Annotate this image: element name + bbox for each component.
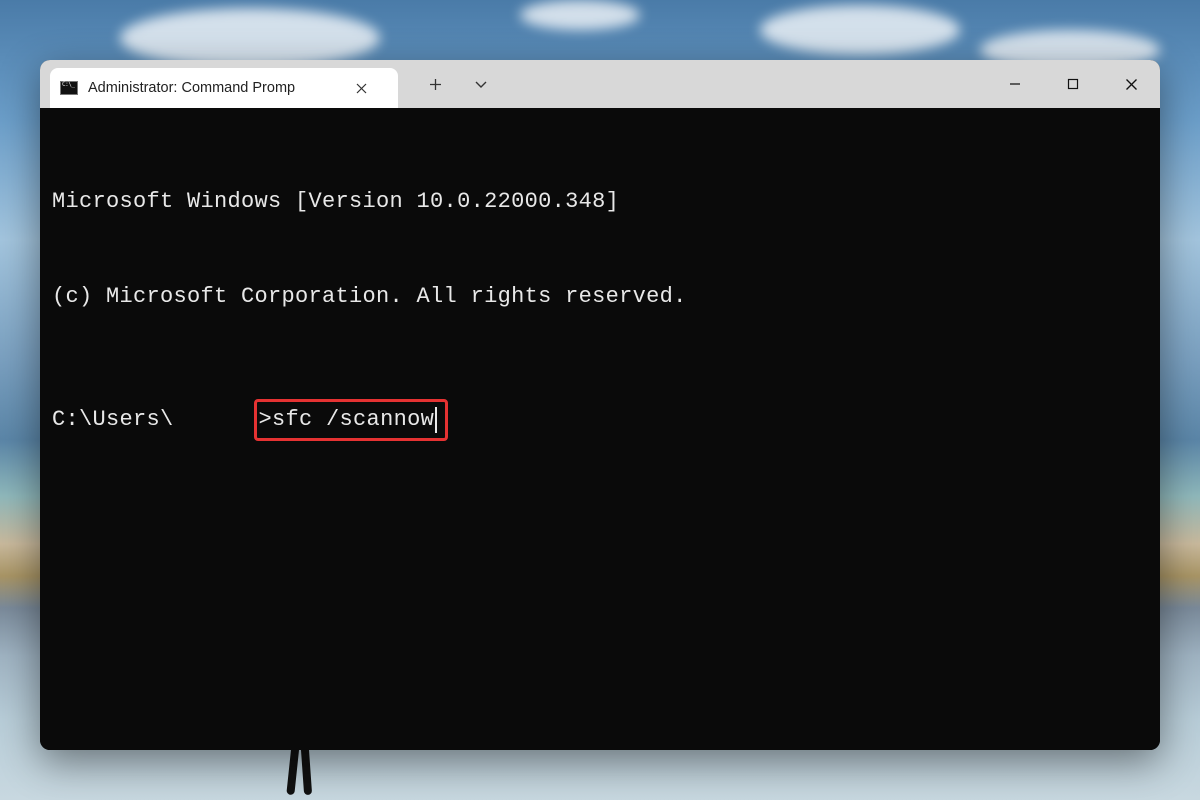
plus-icon	[429, 78, 442, 91]
command-text: sfc /scannow	[272, 404, 434, 436]
prompt-prefix: C:\Users\	[52, 404, 174, 436]
cmd-icon	[60, 81, 78, 95]
minimize-button[interactable]	[986, 60, 1044, 108]
text-cursor	[435, 407, 437, 433]
close-window-button[interactable]	[1102, 60, 1160, 108]
new-tab-button[interactable]	[412, 60, 458, 108]
banner-line-1: Microsoft Windows [Version 10.0.22000.34…	[52, 186, 1148, 218]
redacted-username	[174, 408, 256, 432]
chevron-down-icon	[474, 80, 488, 89]
tab-dropdown-button[interactable]	[458, 60, 504, 108]
active-tab[interactable]: Administrator: Command Promp	[50, 68, 398, 108]
command-highlight: >sfc /scannow	[254, 399, 449, 441]
prompt-line[interactable]: C:\Users\ >sfc /scannow	[52, 399, 1148, 441]
tab-title: Administrator: Command Promp	[88, 80, 340, 96]
maximize-button[interactable]	[1044, 60, 1102, 108]
terminal-output[interactable]: Microsoft Windows [Version 10.0.22000.34…	[40, 108, 1160, 750]
prompt-suffix: >	[259, 404, 273, 436]
maximize-icon	[1067, 78, 1079, 90]
minimize-icon	[1009, 78, 1021, 90]
tab-close-button[interactable]	[350, 77, 372, 99]
banner-line-2: (c) Microsoft Corporation. All rights re…	[52, 281, 1148, 313]
close-icon	[356, 83, 367, 94]
terminal-window: Administrator: Command Promp	[40, 60, 1160, 750]
titlebar[interactable]: Administrator: Command Promp	[40, 60, 1160, 108]
close-icon	[1125, 78, 1138, 91]
